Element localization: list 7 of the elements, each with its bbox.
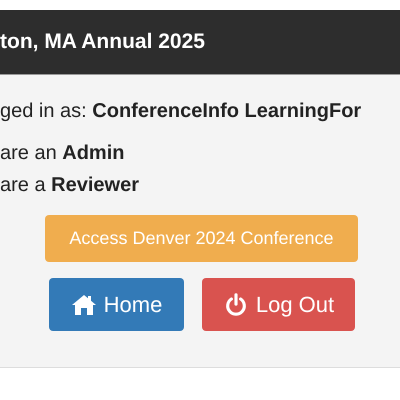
info-text: are a Reviewer	[0, 173, 140, 198]
logout-button[interactable]: Log Out	[202, 278, 355, 331]
info-text: are an Admin	[0, 141, 126, 166]
home-button[interactable]: Home	[49, 278, 184, 331]
info-text: ged in as: ConferenceInfo LearningFor	[0, 99, 362, 124]
conference-title: ton, MA Annual 2025	[0, 30, 205, 54]
home-icon	[70, 292, 97, 316]
